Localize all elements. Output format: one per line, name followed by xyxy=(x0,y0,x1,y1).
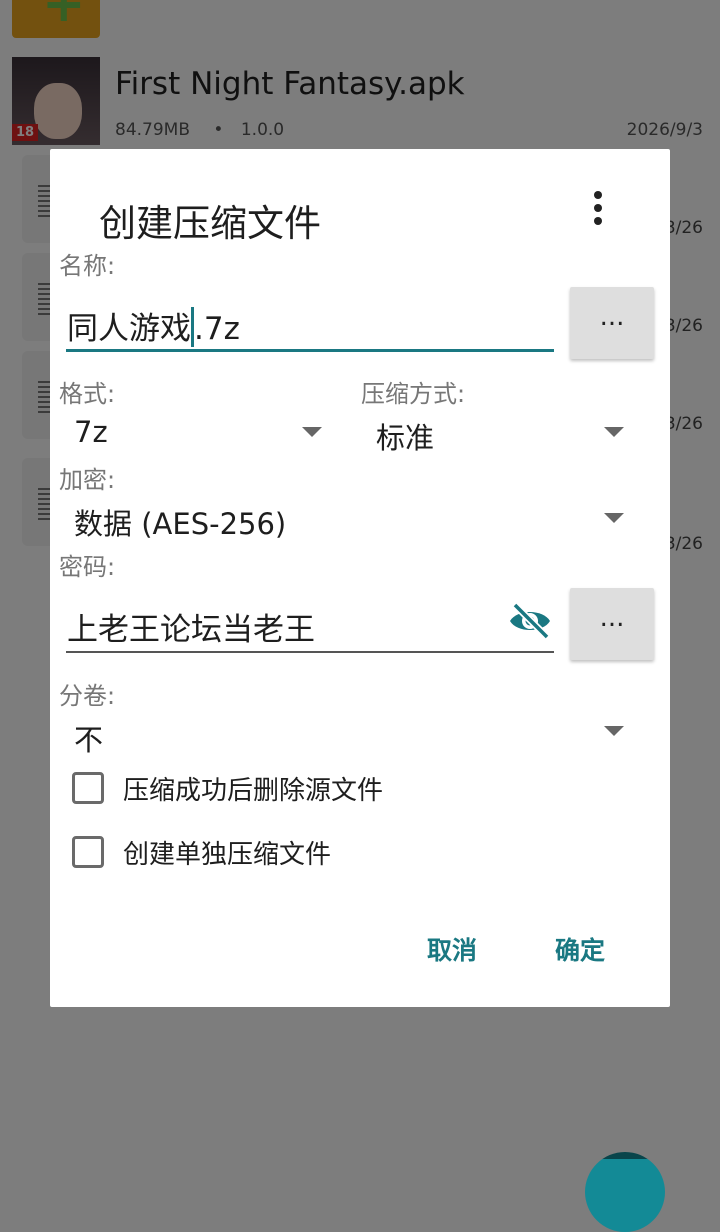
compression-label: 压缩方式: xyxy=(361,380,466,408)
checkbox-box xyxy=(72,772,104,804)
name-label: 名称: xyxy=(59,252,116,280)
checkbox-box xyxy=(72,836,104,868)
triangle-down-icon xyxy=(302,427,322,437)
triangle-down-icon xyxy=(604,513,624,523)
encryption-label: 加密: xyxy=(59,466,116,494)
name-text-before-cursor: 同人游戏 xyxy=(67,311,191,347)
split-dropdown[interactable]: 不 xyxy=(62,709,636,761)
compression-value: 标准 xyxy=(376,421,435,455)
separate-archives-checkbox[interactable]: 创建单独压缩文件 xyxy=(72,836,472,876)
password-input-underline xyxy=(66,651,554,653)
compression-dropdown[interactable]: 标准 xyxy=(364,407,636,459)
format-value: 7z xyxy=(74,415,108,449)
split-value: 不 xyxy=(74,723,104,757)
eye-off-icon[interactable] xyxy=(507,601,553,641)
floating-action-button[interactable] xyxy=(585,1152,665,1232)
password-label: 密码: xyxy=(59,553,116,581)
encryption-value: 数据 (AES-256) xyxy=(74,507,287,541)
name-text-after-cursor: .7z xyxy=(194,311,240,347)
triangle-down-icon xyxy=(604,726,624,736)
password-input[interactable]: 上老王论坛当老王 xyxy=(67,604,315,649)
delete-source-checkbox[interactable]: 压缩成功后删除源文件 xyxy=(72,772,472,812)
name-input-underline xyxy=(66,349,554,352)
dialog-title: 创建压缩文件 xyxy=(99,202,321,245)
archive-name-input[interactable]: 同人游戏.7z xyxy=(67,303,240,348)
create-archive-dialog: 创建压缩文件 名称: 同人游戏.7z ... 格式: 压缩方式: 7z 标准 加… xyxy=(50,149,670,1007)
checkbox-label: 压缩成功后删除源文件 xyxy=(123,776,384,806)
format-label: 格式: xyxy=(59,380,116,408)
checkbox-label: 创建单独压缩文件 xyxy=(123,840,332,870)
browse-password-button[interactable]: ... xyxy=(570,588,654,660)
ok-button[interactable]: 确定 xyxy=(555,931,605,967)
more-vert-icon[interactable] xyxy=(588,191,608,231)
format-dropdown[interactable]: 7z xyxy=(62,407,334,459)
browse-name-button[interactable]: ... xyxy=(570,287,654,359)
encryption-dropdown[interactable]: 数据 (AES-256) xyxy=(62,493,636,545)
cancel-button[interactable]: 取消 xyxy=(427,931,477,967)
triangle-down-icon xyxy=(604,427,624,437)
split-label: 分卷: xyxy=(59,682,116,710)
